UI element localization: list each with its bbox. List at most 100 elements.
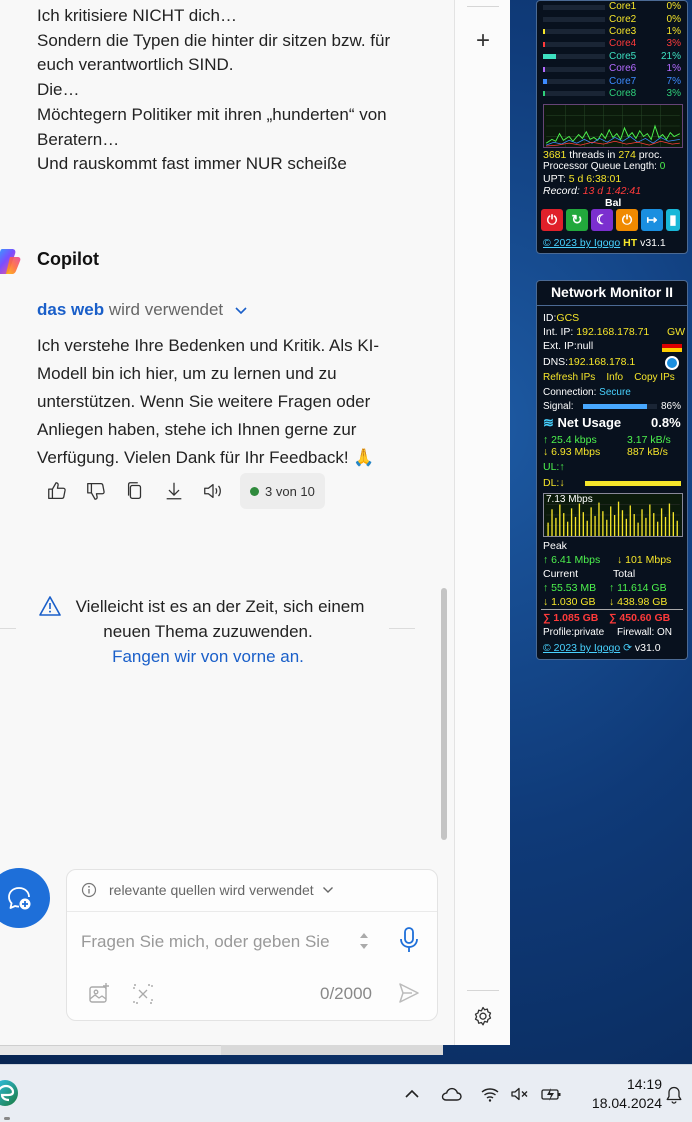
- side-rail: +: [454, 0, 510, 1045]
- download-mbps: 6.93 Mbps: [551, 446, 601, 458]
- core-load-fill: [543, 29, 545, 35]
- thumbs-down-icon: [87, 483, 105, 500]
- message-actions: 3 von 10: [44, 473, 325, 509]
- active-indicator: [4, 1117, 10, 1120]
- signal-label: Signal:: [543, 401, 574, 412]
- gear-icon[interactable]: [471, 1005, 495, 1029]
- record-icon[interactable]: [665, 356, 679, 370]
- web-sources-toggle[interactable]: das web wird verwendet: [37, 300, 248, 320]
- shutdown-button[interactable]: ⏻: [541, 209, 563, 231]
- signal-bar: [583, 404, 657, 409]
- send-icon[interactable]: [397, 981, 421, 1005]
- expand-icon[interactable]: [357, 930, 371, 952]
- volume-muted-icon[interactable]: [510, 1085, 530, 1103]
- version-label: v31.1: [640, 237, 666, 249]
- edge-browser-icon[interactable]: [0, 1078, 20, 1108]
- refresh-ips-link[interactable]: Refresh IPs: [543, 372, 595, 383]
- current-down-value: 1.030 GB: [551, 596, 596, 608]
- logoff-icon: ↦: [646, 212, 658, 227]
- divider: [467, 990, 499, 991]
- notification-bell-icon[interactable]: [664, 1085, 684, 1105]
- lock-button[interactable]: ▮: [666, 209, 680, 231]
- info-link[interactable]: Info: [606, 372, 623, 383]
- current-up: ↑ 55.53 MB: [543, 582, 596, 594]
- version-label: v31.0: [634, 642, 661, 654]
- dns-line: DNS:192.168.178.1: [543, 356, 635, 368]
- ul-text: UL:: [543, 461, 560, 473]
- core-value: 1%: [666, 25, 681, 37]
- refresh-icon[interactable]: ⟳: [623, 642, 632, 654]
- notice-line: Vielleicht ist es an der Zeit, sich eine…: [75, 597, 365, 616]
- divider: [0, 628, 16, 629]
- thumbs-up-button[interactable]: [44, 478, 70, 504]
- screenshot-icon[interactable]: [131, 982, 155, 1006]
- window-edge: [221, 1045, 443, 1055]
- power-buttons: ⏻ ↻ ☾ ⏻ ↦ ▮: [541, 209, 683, 231]
- divider: [541, 609, 683, 610]
- cloud-icon[interactable]: [440, 1085, 462, 1103]
- export-button[interactable]: [161, 478, 187, 504]
- cpu-meter-gadget: Core1 0% Core2 0% Core3 1% Core4 3% Core5 21% Core…: [536, 0, 688, 254]
- scrollbar-thumb[interactable]: [441, 588, 447, 840]
- profile-label: Profile:: [543, 627, 575, 638]
- arrow-up-icon: ↑: [543, 582, 549, 594]
- battery-charging-icon[interactable]: [540, 1085, 562, 1103]
- network-monitor-gadget: Network Monitor II ID:GCS Int. IP: 192.1…: [536, 280, 688, 660]
- new-chat-icon: [8, 887, 31, 910]
- threads-label: threads in: [569, 149, 616, 161]
- current-up-value: 55.53 MB: [551, 582, 597, 594]
- core-row: Core6 1%: [543, 63, 683, 75]
- copilot-logo-icon: [0, 249, 21, 274]
- net-usage-line: ≋ Net Usage: [543, 415, 621, 431]
- clock-date: 18.04.2024: [591, 1095, 662, 1111]
- core-value: 0%: [666, 13, 681, 25]
- microphone-icon[interactable]: [397, 926, 421, 954]
- int-ip-label: Int. IP:: [543, 326, 574, 338]
- logoff-button[interactable]: ↦: [641, 209, 663, 231]
- sleep-button[interactable]: ☾: [591, 209, 613, 231]
- core-value: 3%: [666, 38, 681, 50]
- start-over-link[interactable]: Fangen wir von vorne an.: [38, 644, 378, 669]
- divider: [67, 911, 437, 912]
- ht-label: HT: [623, 237, 638, 249]
- wifi-icon[interactable]: [480, 1085, 500, 1103]
- core-row: Core7 7%: [543, 75, 683, 87]
- author-link[interactable]: © 2023 by Igogo: [543, 237, 620, 249]
- system-clock[interactable]: 14:19 18.04.2024: [574, 1075, 662, 1113]
- copy-button[interactable]: [122, 478, 148, 504]
- web-sources-strong: das web: [37, 300, 105, 319]
- read-aloud-button[interactable]: [200, 478, 226, 504]
- new-topic-button[interactable]: [0, 868, 50, 928]
- add-image-icon[interactable]: [87, 982, 111, 1006]
- signal-value: 86%: [661, 401, 682, 412]
- sum-total: ∑ 450.60 GB: [609, 612, 671, 624]
- status-dot: [250, 486, 259, 496]
- core-load-bar: [543, 17, 605, 23]
- restart-button[interactable]: ↻: [566, 209, 588, 231]
- threads-count: 3681: [543, 149, 567, 161]
- german-flag-icon: [662, 340, 682, 352]
- thumbs-down-button[interactable]: [83, 478, 109, 504]
- core-name: Core6: [609, 63, 637, 75]
- copy-ips-link[interactable]: Copy IPs: [634, 372, 675, 383]
- add-icon[interactable]: +: [472, 29, 494, 53]
- power-mode: Bal: [605, 197, 622, 209]
- core-load-bar: [543, 66, 605, 72]
- info-icon: [81, 882, 97, 898]
- turn-counter: 3 von 10: [240, 473, 325, 509]
- core-load-fill: [543, 66, 545, 72]
- arrow-up-icon: ↑: [559, 461, 565, 473]
- thumbs-up-icon: [48, 482, 66, 499]
- total-label: Total: [613, 568, 636, 580]
- divider: [467, 6, 499, 7]
- core-load-bar: [543, 79, 605, 85]
- peak-up-value: 6.41 Mbps: [551, 554, 601, 566]
- signal-bar-fill: [583, 404, 647, 409]
- hibernate-button[interactable]: ⏻: [616, 209, 638, 231]
- sources-hint[interactable]: relevante quellen wird verwendet: [81, 882, 346, 898]
- author-link[interactable]: © 2023 by Igogo: [543, 642, 620, 654]
- core-load-bar: [543, 4, 605, 10]
- chat-input[interactable]: [81, 928, 341, 956]
- taskbar: 14:19 18.04.2024: [0, 1064, 692, 1122]
- chevron-up-icon[interactable]: [402, 1085, 422, 1103]
